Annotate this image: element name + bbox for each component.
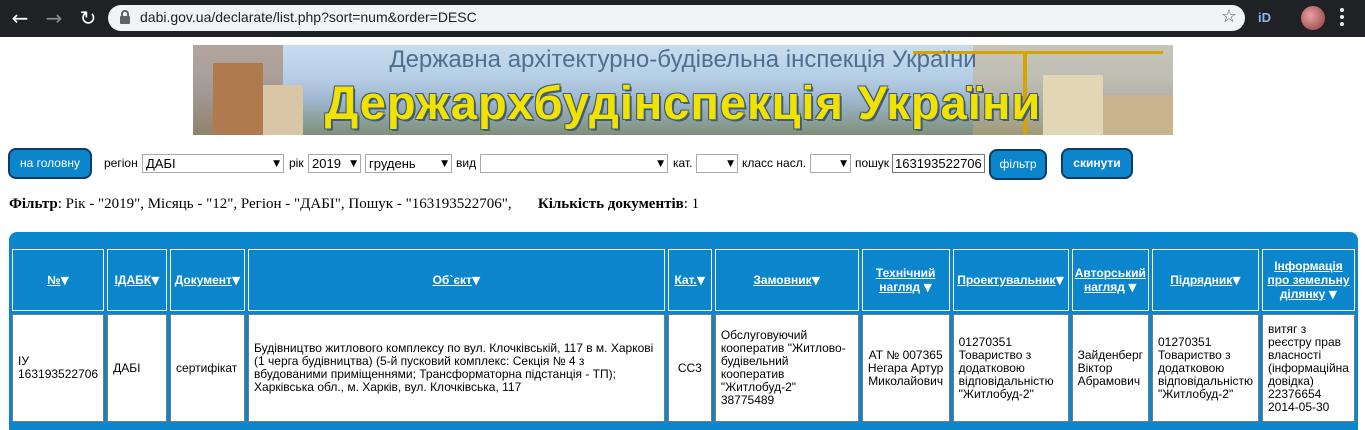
column-header-customer-link[interactable]: Замовник bbox=[753, 273, 811, 287]
url-text: dabi.gov.ua/declarate/list.php?sort=num&… bbox=[140, 9, 477, 25]
column-header-tech-supervision[interactable]: Технічний нагляд ▼ bbox=[861, 249, 950, 311]
dropdown-arrow-icon: ▼ bbox=[441, 159, 448, 169]
column-header-contractor[interactable]: Підрядник▼ bbox=[1152, 249, 1259, 311]
cell-num-prefix: ІУ bbox=[18, 354, 29, 368]
filter-summary: Фільтр: Рік - "2019", Місяць - "12", Рег… bbox=[9, 196, 699, 213]
cell-designer: 01270351 Товариство з додатковою відпові… bbox=[952, 314, 1069, 422]
column-header-land-info[interactable]: Інформація про земельну ділянку ▼ bbox=[1261, 249, 1355, 311]
sort-arrow-icon: ▼ bbox=[60, 274, 69, 287]
category-label: кат. bbox=[673, 156, 693, 170]
reload-icon[interactable]: ↻ bbox=[76, 6, 100, 30]
sort-arrow-icon: ▼ bbox=[1055, 274, 1065, 287]
sort-arrow-icon: ▼ bbox=[811, 274, 821, 287]
cell-object: Будівництво житлового комплексу по вул. … bbox=[248, 314, 665, 422]
banner-title: Держархбудінспекція України bbox=[324, 76, 1042, 129]
sort-arrow-icon: ▼ bbox=[1128, 281, 1137, 294]
sort-arrow-icon: ▼ bbox=[923, 281, 932, 294]
year-select-value: 2019 bbox=[312, 156, 341, 171]
column-header-designer-link[interactable]: Проектувальник bbox=[957, 273, 1055, 287]
cell-customer: Обслуговуючий кооператив "Житлово-будіве… bbox=[714, 314, 859, 422]
site-banner: Державна архітектурно-будівельна інспекц… bbox=[193, 45, 1173, 135]
column-header-idabk-link[interactable]: ІДАБК bbox=[115, 273, 152, 287]
forward-arrow-icon[interactable]: → bbox=[42, 6, 66, 30]
column-header-num[interactable]: №▼ bbox=[12, 249, 105, 311]
extension-icon[interactable]: iD bbox=[1258, 10, 1276, 26]
sort-arrow-icon: ▼ bbox=[151, 274, 160, 287]
sort-arrow-icon: ▼ bbox=[231, 274, 241, 287]
cell-tech-supervision: АТ № 007365 Негара Артур Миколайович bbox=[861, 314, 950, 422]
table-row: ІУ 163193522706 ДАБІ сертифікат Будівницт… bbox=[12, 314, 1355, 422]
column-header-contractor-link[interactable]: Підрядник bbox=[1170, 273, 1232, 287]
class-label: класс насл. bbox=[742, 156, 807, 170]
column-header-num-link[interactable]: № bbox=[47, 273, 60, 287]
cell-num-value: 163193522706 bbox=[18, 367, 99, 381]
profile-avatar[interactable] bbox=[1301, 6, 1325, 30]
column-header-document[interactable]: Документ▼ bbox=[170, 249, 246, 311]
type-label: вид bbox=[456, 156, 477, 170]
column-header-category[interactable]: Кат.▼ bbox=[667, 249, 712, 311]
cell-document: сертифікат bbox=[170, 314, 246, 422]
cell-land-info: витяг з реєстру прав власності (інформац… bbox=[1261, 314, 1355, 422]
browser-toolbar: ← → ↻ dabi.gov.ua/declarate/list.php?sor… bbox=[0, 0, 1365, 37]
month-select-value: грудень bbox=[369, 156, 416, 171]
document-count-label: Кількість документів bbox=[537, 196, 684, 212]
declarations-table-panel: №▼ ІДАБК▼ Документ▼ Об`єкт▼ Кат.▼ Замовн… bbox=[9, 232, 1358, 430]
month-select[interactable]: грудень ▼ bbox=[365, 154, 452, 173]
dropdown-arrow-icon: ▼ bbox=[350, 159, 357, 169]
cell-contractor: 01270351 Товариство з додатковою відпові… bbox=[1152, 314, 1259, 422]
category-select[interactable]: ▼ bbox=[696, 154, 738, 173]
search-label: пошук bbox=[855, 156, 890, 170]
cell-idabk: ДАБІ bbox=[107, 314, 168, 422]
column-header-category-link[interactable]: Кат. bbox=[674, 273, 696, 287]
declarations-table: №▼ ІДАБК▼ Документ▼ Об`єкт▼ Кат.▼ Замовн… bbox=[9, 246, 1358, 425]
type-select[interactable]: ▼ bbox=[480, 154, 668, 173]
column-header-document-link[interactable]: Документ bbox=[175, 273, 232, 287]
cell-num: ІУ 163193522706 bbox=[12, 314, 105, 422]
year-select[interactable]: 2019 ▼ bbox=[308, 154, 361, 173]
back-arrow-icon[interactable]: ← bbox=[8, 6, 32, 30]
sort-arrow-icon: ▼ bbox=[696, 274, 706, 287]
menu-dots-icon[interactable] bbox=[1340, 8, 1346, 28]
dropdown-arrow-icon: ▼ bbox=[657, 159, 664, 169]
column-header-customer[interactable]: Замовник▼ bbox=[714, 249, 859, 311]
lock-icon bbox=[120, 10, 130, 24]
filter-summary-text: : Рік - "2019", Місяць - "12", Регіон - … bbox=[57, 196, 512, 212]
year-label: рік bbox=[289, 156, 304, 170]
class-select[interactable]: ▼ bbox=[810, 154, 851, 173]
address-bar[interactable]: dabi.gov.ua/declarate/list.php?sort=num&… bbox=[108, 5, 1245, 31]
column-header-object[interactable]: Об`єкт▼ bbox=[248, 249, 665, 311]
column-header-idabk[interactable]: ІДАБК▼ bbox=[107, 249, 168, 311]
column-header-designer[interactable]: Проектувальник▼ bbox=[952, 249, 1069, 311]
column-header-object-link[interactable]: Об`єкт bbox=[433, 273, 472, 287]
dropdown-arrow-icon: ▼ bbox=[840, 159, 847, 169]
dropdown-arrow-icon: ▼ bbox=[727, 159, 734, 169]
region-label: регіон bbox=[104, 156, 138, 170]
column-header-author-supervision[interactable]: Авторський нагляд ▼ bbox=[1071, 249, 1149, 311]
region-select-value: ДАБІ bbox=[146, 156, 176, 171]
reset-button[interactable]: скинути bbox=[1061, 148, 1133, 179]
sort-arrow-icon: ▼ bbox=[471, 274, 481, 287]
search-input[interactable]: 163193522706 bbox=[892, 154, 985, 173]
dropdown-arrow-icon: ▼ bbox=[273, 159, 280, 169]
cell-category: СС3 bbox=[667, 314, 712, 422]
filter-button[interactable]: фільтр bbox=[989, 149, 1047, 180]
table-header-row: №▼ ІДАБК▼ Документ▼ Об`єкт▼ Кат.▼ Замовн… bbox=[12, 249, 1355, 311]
column-header-land-info-link[interactable]: Інформація про земельну ділянку bbox=[1267, 259, 1349, 301]
sort-arrow-icon: ▼ bbox=[1328, 288, 1338, 301]
region-select[interactable]: ДАБІ ▼ bbox=[142, 154, 284, 173]
home-button[interactable]: на головну bbox=[8, 148, 92, 179]
filter-summary-label: Фільтр bbox=[9, 196, 58, 212]
banner-subtitle: Державна архітектурно-будівельна інспекц… bbox=[389, 46, 977, 73]
bookmark-star-icon[interactable]: ☆ bbox=[1221, 6, 1237, 27]
sort-arrow-icon: ▼ bbox=[1232, 274, 1241, 287]
document-count-value: : 1 bbox=[683, 196, 700, 212]
cell-author-supervision: Зайденберг Віктор Абрамович bbox=[1071, 314, 1149, 422]
